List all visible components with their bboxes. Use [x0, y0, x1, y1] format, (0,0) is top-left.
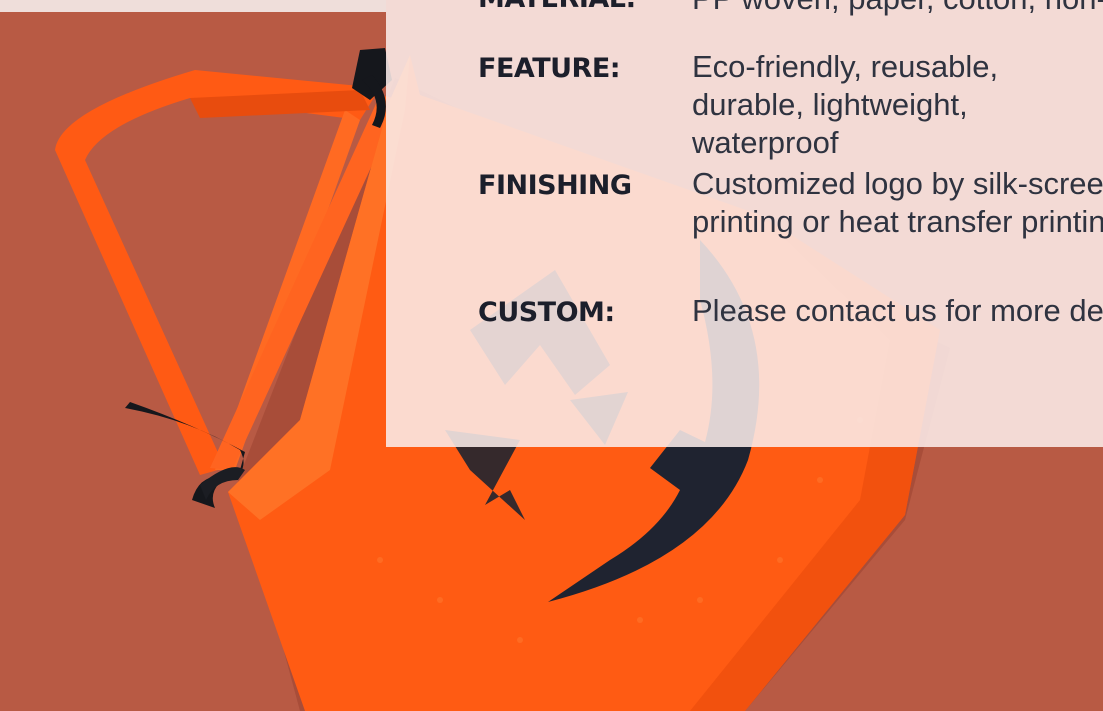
spec-label-finishing: FINISHING [478, 170, 632, 201]
spec-label-custom: CUSTOM: [478, 297, 615, 328]
spec-label-feature: FEATURE: [478, 53, 621, 84]
spec-value-finishing: Customized logo by silk-screen printing … [692, 166, 1103, 239]
spec-value-custom: Please contact us for more details [692, 293, 1103, 328]
spec-value-feature: Eco-friendly, reusable, durable, lightwe… [692, 49, 999, 160]
specs-panel: MATERIAL: PP woven, paper, cotton, non-w… [386, 0, 1103, 447]
spec-label-material: MATERIAL: [478, 0, 636, 18]
top-panel-strip [0, 0, 386, 12]
spec-value-material: PP woven, paper, cotton, non-woven [692, 0, 1103, 18]
